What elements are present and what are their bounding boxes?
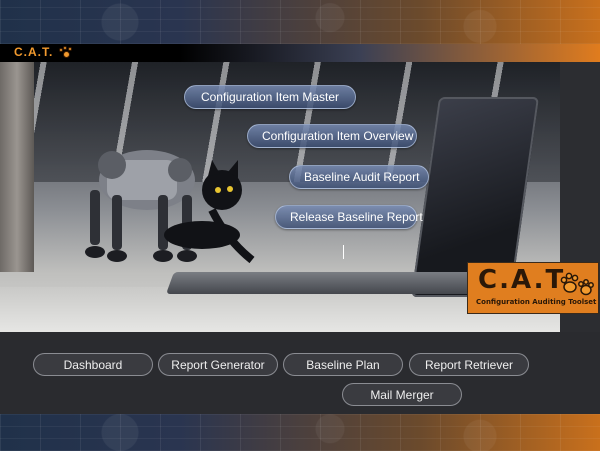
config-item-overview-link[interactable]: Configuration Item Overview xyxy=(247,124,417,148)
report-retriever-button[interactable]: Report Retriever xyxy=(409,353,529,376)
pillar xyxy=(0,62,34,272)
title-bar: C.A.T. xyxy=(0,44,600,62)
bottom-nav: Dashboard Report Generator Baseline Plan… xyxy=(0,332,600,414)
brand-title: C.A.T. xyxy=(14,45,54,59)
release-baseline-report-link[interactable]: Release Baseline Report xyxy=(275,205,423,229)
config-item-master-link[interactable]: Configuration Item Master xyxy=(184,85,356,109)
cat-logo: C.A.T. Configuration Auditing Toolset xyxy=(467,262,599,314)
baseline-audit-report-link[interactable]: Baseline Audit Report xyxy=(289,165,429,189)
connector-line xyxy=(343,245,344,259)
dashboard-button[interactable]: Dashboard xyxy=(33,353,153,376)
robot-cat-illustration xyxy=(85,150,255,264)
brand: C.A.T. xyxy=(14,45,73,59)
logo-subtitle: Configuration Auditing Toolset xyxy=(476,298,597,306)
paw-icon xyxy=(560,272,594,296)
laptop-keyboard xyxy=(165,272,495,294)
baseline-plan-button[interactable]: Baseline Plan xyxy=(283,353,403,376)
paw-icon xyxy=(59,46,73,58)
mail-merger-button[interactable]: Mail Merger xyxy=(342,383,462,406)
report-generator-button[interactable]: Report Generator xyxy=(158,353,278,376)
bottom-decor-band xyxy=(0,414,600,451)
top-decor-band xyxy=(0,0,600,44)
logo-title: C.A.T. xyxy=(478,265,574,295)
